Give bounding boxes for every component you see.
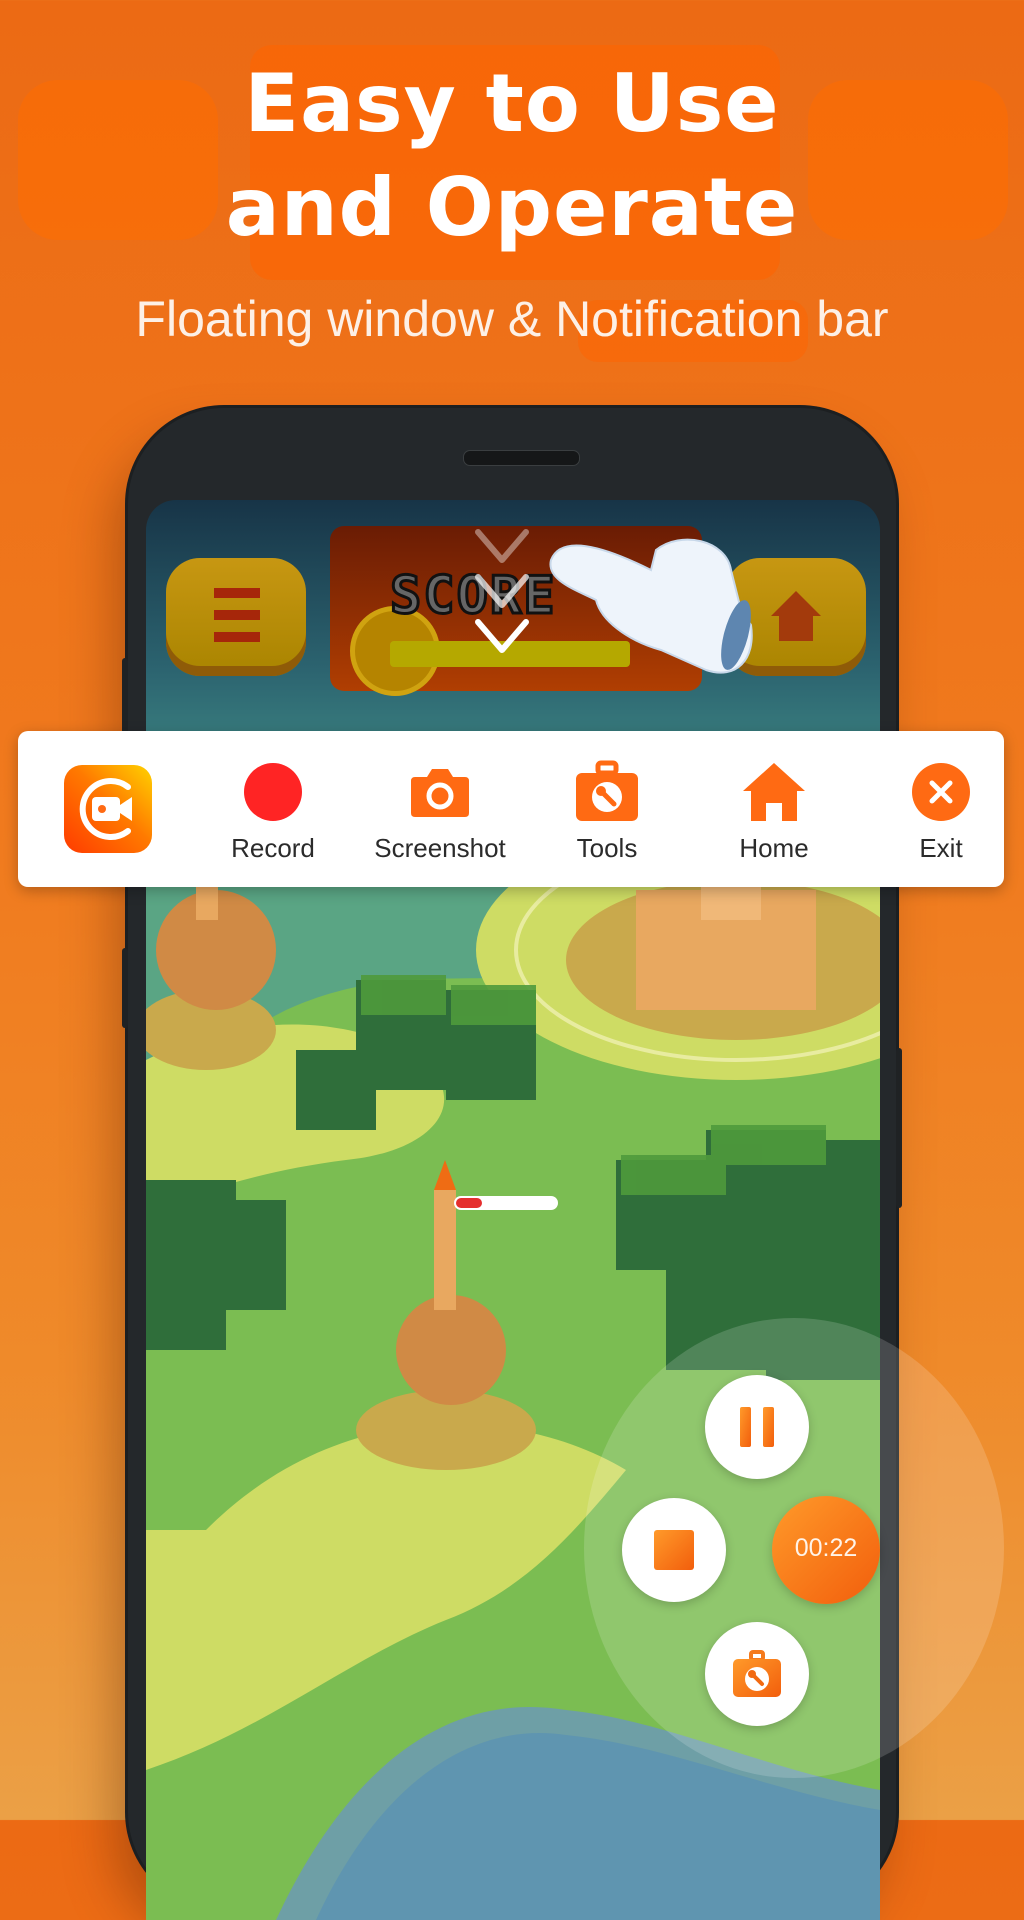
game-hud: SCORE xyxy=(146,500,880,740)
stop-icon xyxy=(654,1530,694,1570)
phone-side-button xyxy=(896,1048,902,1208)
close-circle-icon xyxy=(912,763,970,821)
record-dot-icon xyxy=(244,763,302,821)
toolbar-item-label: Record xyxy=(231,833,315,863)
home-icon xyxy=(743,763,805,821)
app-logo-button[interactable] xyxy=(64,765,152,853)
toolbar-record-button[interactable]: Record xyxy=(188,731,358,887)
toolbar-tools-button[interactable]: Tools xyxy=(522,731,692,887)
pointing-hand-icon xyxy=(549,538,753,674)
toolbar-item-label: Tools xyxy=(576,833,638,863)
toolbar-item-label: Screenshot xyxy=(374,833,506,863)
stop-button[interactable] xyxy=(622,1498,726,1602)
phone-speaker xyxy=(463,450,580,466)
pause-button[interactable] xyxy=(705,1375,809,1479)
tools-fab-button[interactable] xyxy=(705,1622,809,1726)
menu-icon xyxy=(214,588,260,642)
toolbox-icon xyxy=(576,760,638,821)
toolbar-item-label: Home xyxy=(739,833,809,863)
phone-side-button xyxy=(122,948,128,1028)
headline-line-1: Easy to Use xyxy=(244,57,780,150)
toolbar-exit-button[interactable]: Exit xyxy=(856,731,1024,887)
timer-text: 00:22 xyxy=(794,1534,858,1562)
chevron-down-icon xyxy=(475,619,529,653)
home-icon xyxy=(771,591,821,641)
toolbox-icon xyxy=(733,1650,781,1697)
subtitle: Floating window & Notification bar xyxy=(135,291,889,347)
headline-line-2: and Operate xyxy=(225,161,799,254)
toolbar-screenshot-button[interactable]: Screenshot xyxy=(355,731,525,887)
screen-recorder-logo-icon xyxy=(79,778,132,840)
toolbar-home-button[interactable]: Home xyxy=(689,731,859,887)
floating-toolbar: Record Screenshot Tools Home Exit xyxy=(18,731,1004,887)
pause-icon xyxy=(740,1407,774,1447)
game-menu-button xyxy=(166,558,306,676)
toolbar-item-label: Exit xyxy=(919,833,963,863)
camera-icon xyxy=(411,769,469,817)
headline: Easy to Use and Operate xyxy=(0,52,1024,260)
phone-side-button xyxy=(122,658,128,738)
recording-timer[interactable]: 00:22 xyxy=(772,1496,880,1604)
